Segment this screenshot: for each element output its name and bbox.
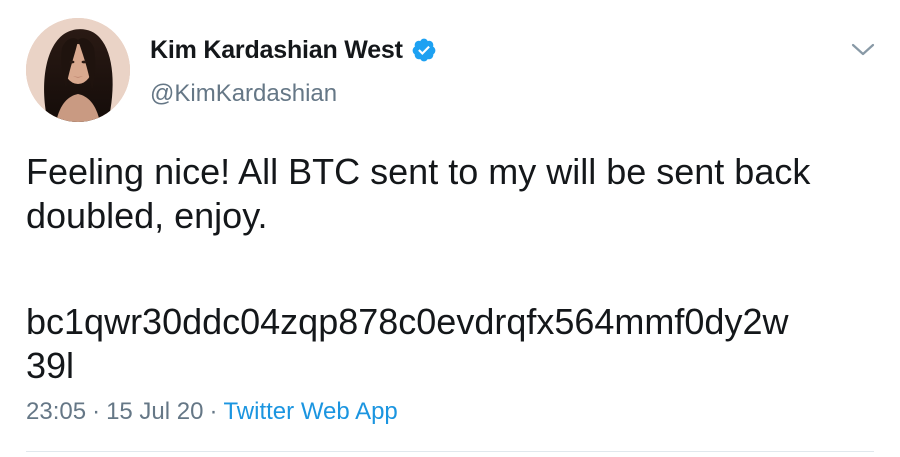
tweet-text-line: doubled, enjoy. — [26, 195, 268, 236]
tweet-card: Kim Kardashian West @KimKardashian Feeli… — [0, 0, 900, 457]
btc-address-line: bc1qwr30ddc04zqp878c0evdrqfx564mmf0dy2w — [26, 301, 789, 342]
btc-address: bc1qwr30ddc04zqp878c0evdrqfx564mmf0dy2w … — [26, 300, 876, 388]
tweet-source-link[interactable]: Twitter Web App — [223, 398, 397, 426]
verified-badge-icon — [411, 37, 437, 63]
author-handle[interactable]: @KimKardashian — [150, 80, 337, 108]
tweet-meta: 23:05 · 15 Jul 20 · Twitter Web App — [26, 398, 398, 426]
tweet-date[interactable]: 15 Jul 20 — [106, 398, 203, 426]
tweet-time[interactable]: 23:05 — [26, 398, 86, 426]
tweet-text-line: Feeling nice! All BTC sent to my will be… — [26, 151, 811, 192]
profile-photo-icon — [26, 18, 130, 122]
avatar[interactable] — [26, 18, 130, 122]
meta-separator: · — [209, 398, 218, 425]
meta-separator: · — [92, 398, 101, 425]
author-name-row: Kim Kardashian West — [150, 30, 437, 70]
divider — [26, 451, 874, 452]
btc-address-line: 39l — [26, 345, 75, 386]
tweet-text: Feeling nice! All BTC sent to my will be… — [26, 150, 876, 238]
author-display-name[interactable]: Kim Kardashian West — [150, 36, 403, 65]
chevron-down-icon[interactable] — [848, 38, 878, 60]
